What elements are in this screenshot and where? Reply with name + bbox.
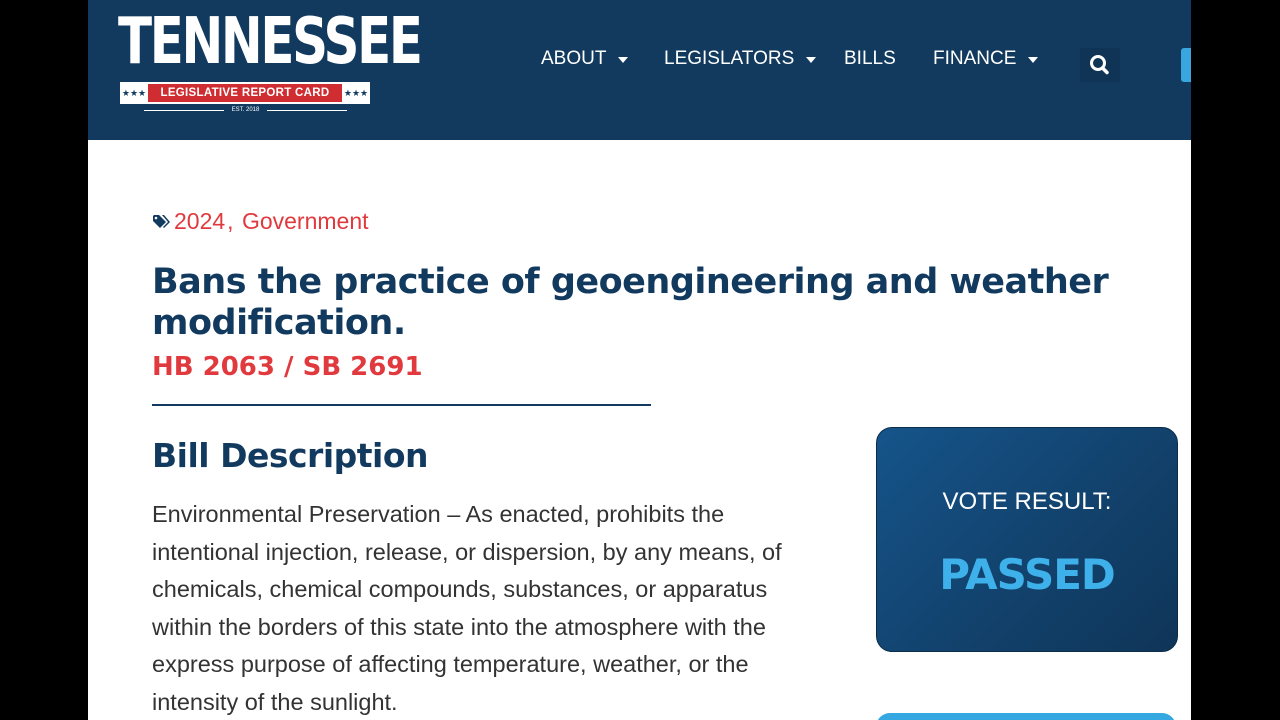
tag-separator: , [227,208,240,234]
search-icon [1090,55,1109,75]
nav-label: FINANCE [933,48,1017,69]
post-tags: 2024 , Government [152,208,369,235]
next-card [876,713,1176,720]
tag-link-2024[interactable]: 2024 [174,208,225,235]
nav-item-finance[interactable]: FINANCE [933,48,1039,70]
chevron-down-icon [618,57,629,63]
description-heading: Bill Description [152,436,429,475]
bill-numbers: HB 2063 / SB 2691 [152,352,423,382]
site-logo[interactable]: TENNESSEE ★★★ LEGISLATIVE REPORT CARD ★★… [118,5,423,118]
logo-banner: ★★★ LEGISLATIVE REPORT CARD ★★★ [120,82,370,104]
nav-item-legislators[interactable]: LEGISLATORS [664,48,817,70]
logo-est: EST. 2018 [118,107,373,113]
page: TENNESSEE ★★★ LEGISLATIVE REPORT CARD ★★… [88,0,1191,720]
nav-label: LEGISLATORS [664,48,795,69]
search-button[interactable] [1080,48,1120,82]
nav-item-bills[interactable]: BILLS [844,48,896,70]
chevron-down-icon [806,57,817,63]
logo-banner-text: LEGISLATIVE REPORT CARD [148,84,342,102]
header-cta-button[interactable] [1181,48,1191,82]
logo-stars-right: ★★★ [343,87,369,98]
nav-label: ABOUT [541,48,607,69]
logo-est-text: EST. 2018 [231,107,260,113]
vote-result-value: PASSED [939,550,1116,599]
logo-stars-left: ★★★ [121,87,147,98]
description-text: Environmental Preservation – As enacted,… [152,501,782,715]
nav-label: BILLS [844,48,896,69]
divider [152,404,651,406]
tag-link-government[interactable]: Government [242,208,369,235]
site-header: TENNESSEE ★★★ LEGISLATIVE REPORT CARD ★★… [88,0,1191,140]
nav-item-about[interactable]: ABOUT [541,48,629,70]
chevron-down-icon [1028,57,1039,63]
bill-title: Bans the practice of geoengineering and … [152,262,1109,343]
tags-icon [153,214,170,228]
vote-result-card: VOTE RESULT: PASSED [876,427,1178,652]
logo-title: TENNESSEE [118,5,423,79]
vote-result-label: VOTE RESULT: [942,488,1112,515]
